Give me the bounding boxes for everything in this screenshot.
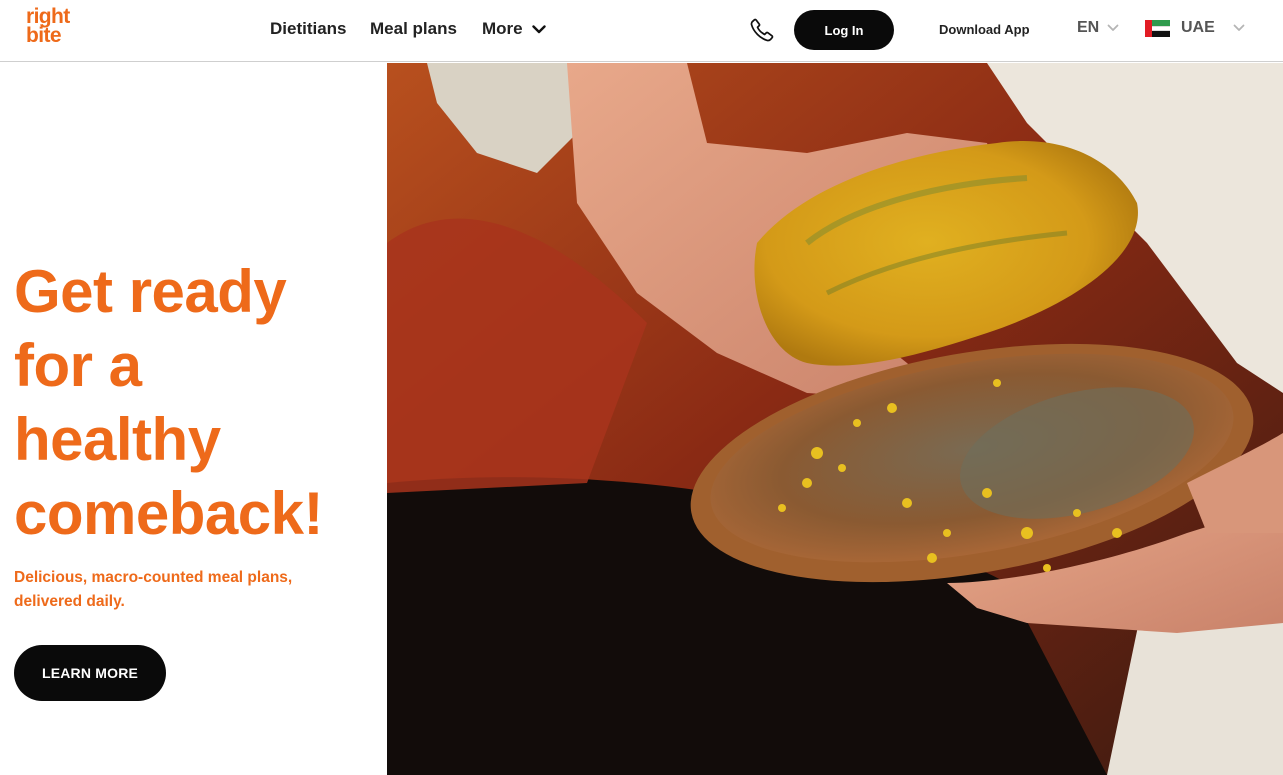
hero-title-line: healthy [14, 406, 221, 473]
hero-title-line: for a [14, 332, 142, 399]
download-app-link[interactable]: Download App [939, 22, 1030, 37]
login-button[interactable]: Log In [794, 10, 894, 50]
country-label: UAE [1181, 19, 1215, 36]
hero-title: Get ready for a healthy comeback! [14, 255, 386, 551]
learn-more-button[interactable]: LEARN MORE [14, 645, 166, 701]
nav-item-more-dropdown[interactable]: More [482, 19, 546, 39]
hero-subtitle: Delicious, macro-counted meal plans, del… [14, 566, 354, 614]
food-video-image [387, 63, 1283, 775]
chevron-down-icon [531, 24, 546, 33]
hero-text-panel: Get ready for a healthy comeback! Delici… [0, 63, 387, 775]
rightbite-logo[interactable]: right bite [26, 6, 78, 51]
hero-title-line: comeback! [14, 480, 323, 547]
hero-subtitle-line-1: Delicious, macro-counted meal plans, [14, 569, 293, 586]
hero-subtitle-line-2: delivered daily. [14, 593, 125, 610]
language-selector[interactable]: EN [1077, 19, 1119, 37]
nav-more-label: More [482, 19, 523, 38]
phone-icon[interactable] [749, 17, 775, 43]
chevron-down-icon [1107, 24, 1119, 31]
logo-line-2: bite [26, 24, 62, 47]
site-header: right bite Dietitians Meal plans More Lo… [0, 0, 1283, 62]
chevron-down-icon [1233, 24, 1245, 31]
hero-title-line: Get ready [14, 258, 287, 325]
hero-food-video [387, 63, 1283, 775]
nav-item-meal-plans[interactable]: Meal plans [370, 19, 457, 39]
country-selector[interactable]: UAE [1145, 19, 1245, 37]
nav-item-dietitians[interactable]: Dietitians [270, 19, 347, 39]
language-label: EN [1077, 19, 1100, 36]
uae-flag-icon [1145, 19, 1170, 37]
